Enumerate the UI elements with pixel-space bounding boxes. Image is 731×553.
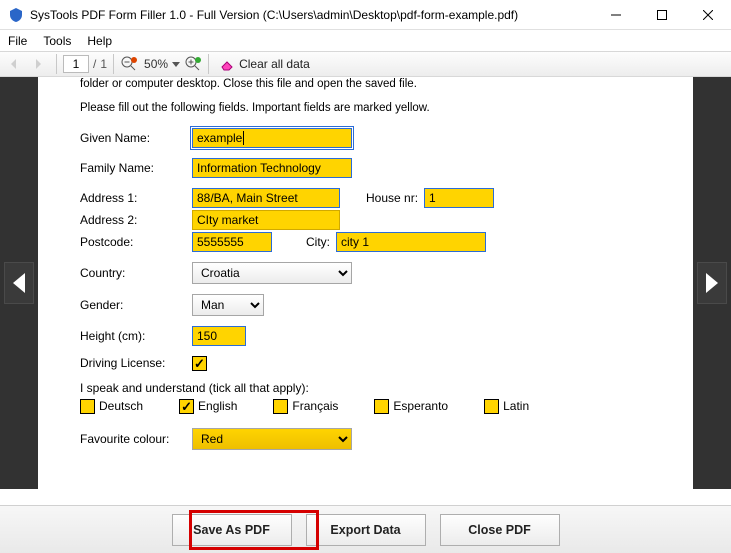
lang-item-en: ✓ English	[179, 399, 237, 414]
page-indicator: / 1	[61, 55, 109, 73]
country-select[interactable]: Croatia	[192, 262, 352, 284]
lang-checkbox-fr[interactable]	[273, 399, 288, 414]
instruction-text-1: folder or computer desktop. Close this f…	[80, 77, 651, 92]
lang-checkbox-la[interactable]	[484, 399, 499, 414]
bottom-button-bar: Save As PDF Export Data Close PDF	[0, 505, 731, 553]
text-cursor	[243, 131, 244, 145]
menu-tools[interactable]: Tools	[43, 34, 71, 48]
menu-help[interactable]: Help	[87, 34, 112, 48]
zoom-dropdown-icon[interactable]	[172, 60, 180, 68]
lang-label-de: Deutsch	[99, 399, 143, 413]
lang-item-eo: Esperanto	[374, 399, 448, 414]
house-nr-field[interactable]: 1	[424, 188, 494, 208]
app-icon	[8, 7, 24, 23]
next-page-button[interactable]	[29, 53, 51, 75]
driving-license-label: Driving License:	[80, 356, 192, 370]
menu-file[interactable]: File	[8, 34, 27, 48]
country-label: Country:	[80, 266, 192, 280]
page-current-input[interactable]	[63, 55, 89, 73]
height-label: Height (cm):	[80, 329, 192, 343]
close-pdf-button[interactable]: Close PDF	[440, 514, 560, 546]
minimize-button[interactable]	[593, 0, 639, 30]
window-title: SysTools PDF Form Filler 1.0 - Full Vers…	[30, 8, 518, 22]
nav-left-panel	[0, 77, 38, 489]
given-name-label: Given Name:	[80, 131, 192, 145]
lang-item-de: Deutsch	[80, 399, 143, 414]
zoom-in-button[interactable]	[182, 53, 204, 75]
lang-checkbox-eo[interactable]	[374, 399, 389, 414]
address1-field[interactable]: 88/BA, Main Street	[192, 188, 340, 208]
lang-checkbox-en[interactable]: ✓	[179, 399, 194, 414]
export-data-button[interactable]: Export Data	[306, 514, 426, 546]
page-total: 1	[100, 57, 107, 71]
address2-label: Address 2:	[80, 213, 192, 227]
house-nr-label: House nr:	[360, 191, 424, 205]
postcode-label: Postcode:	[80, 235, 192, 249]
save-as-pdf-button[interactable]: Save As PDF	[172, 514, 292, 546]
menu-bar: File Tools Help	[0, 30, 731, 51]
zoom-percent: 50%	[140, 57, 172, 71]
family-name-label: Family Name:	[80, 161, 192, 175]
address2-field[interactable]: CIty market	[192, 210, 340, 230]
maximize-button[interactable]	[639, 0, 685, 30]
title-bar: SysTools PDF Form Filler 1.0 - Full Vers…	[0, 0, 731, 30]
languages-row: Deutsch ✓ English Français Esperanto Latin	[80, 399, 651, 414]
instruction-text-2: Please fill out the following fields. Im…	[80, 102, 651, 114]
clear-all-data-button[interactable]: Clear all data	[213, 56, 316, 72]
given-name-field[interactable]: example	[192, 128, 352, 148]
prev-page-button[interactable]	[5, 53, 27, 75]
lang-item-la: Latin	[484, 399, 529, 414]
lang-label-fr: Français	[292, 399, 338, 413]
family-name-field[interactable]: Information Technology	[192, 158, 352, 178]
driving-license-checkbox[interactable]: ✓	[192, 356, 207, 371]
lang-label-en: English	[198, 399, 237, 413]
postcode-field[interactable]: 5555555	[192, 232, 272, 252]
close-window-button[interactable]	[685, 0, 731, 30]
height-field[interactable]: 150	[192, 326, 246, 346]
city-field[interactable]: city 1	[336, 232, 486, 252]
gender-select[interactable]: Man	[192, 294, 264, 316]
fav-colour-label: Favourite colour:	[80, 432, 192, 446]
lang-item-fr: Français	[273, 399, 338, 414]
fav-colour-select[interactable]: Red	[192, 428, 352, 450]
address1-label: Address 1:	[80, 191, 192, 205]
toolbar: / 1 50% Clear all data	[0, 51, 731, 77]
page-prev-arrow[interactable]	[4, 262, 34, 304]
nav-right-panel	[693, 77, 731, 489]
city-label: City:	[300, 235, 336, 249]
pdf-page: folder or computer desktop. Close this f…	[38, 77, 693, 489]
zoom-out-button[interactable]	[118, 53, 140, 75]
gender-label: Gender:	[80, 298, 192, 312]
page-next-arrow[interactable]	[697, 262, 727, 304]
eraser-icon	[219, 56, 235, 72]
content-area: folder or computer desktop. Close this f…	[0, 77, 731, 505]
languages-header: I speak and understand (tick all that ap…	[80, 381, 651, 395]
lang-label-la: Latin	[503, 399, 529, 413]
lang-label-eo: Esperanto	[393, 399, 448, 413]
lang-checkbox-de[interactable]	[80, 399, 95, 414]
